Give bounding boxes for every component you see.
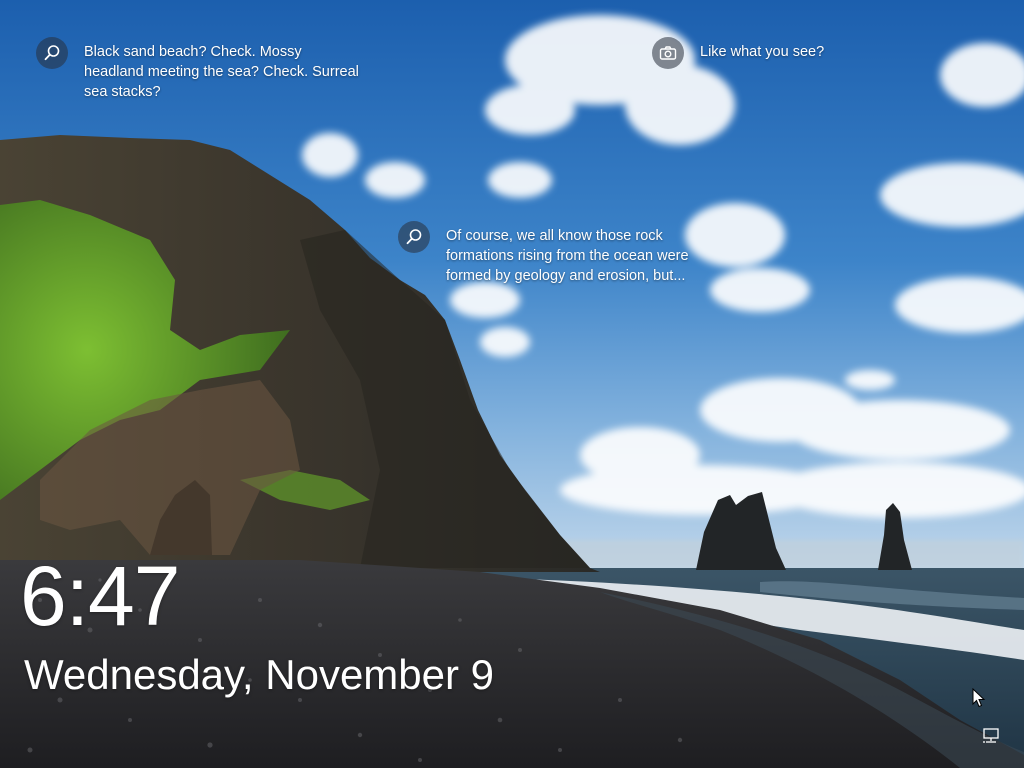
mouse-cursor-icon [972, 688, 986, 708]
spotlight-hotspot-text[interactable]: Like what you see? [700, 42, 824, 62]
spotlight-hotspot-text[interactable]: Of course, we all know those rock format… [446, 226, 716, 286]
search-icon[interactable] [398, 221, 430, 253]
lock-screen-time: 6:47 [20, 549, 180, 643]
spotlight-hotspot-rocks[interactable]: Of course, we all know those rock format… [398, 221, 716, 286]
lock-screen-date: Wednesday, November 9 [24, 651, 495, 698]
search-icon[interactable] [36, 37, 68, 69]
spotlight-like-prompt[interactable]: Like what you see? [652, 37, 824, 69]
network-icon[interactable] [982, 728, 1002, 744]
spotlight-hotspot-text[interactable]: Black sand beach? Check. Mossy headland … [84, 42, 384, 102]
spotlight-hotspot-beach[interactable]: Black sand beach? Check. Mossy headland … [36, 37, 384, 102]
camera-icon[interactable] [652, 37, 684, 69]
